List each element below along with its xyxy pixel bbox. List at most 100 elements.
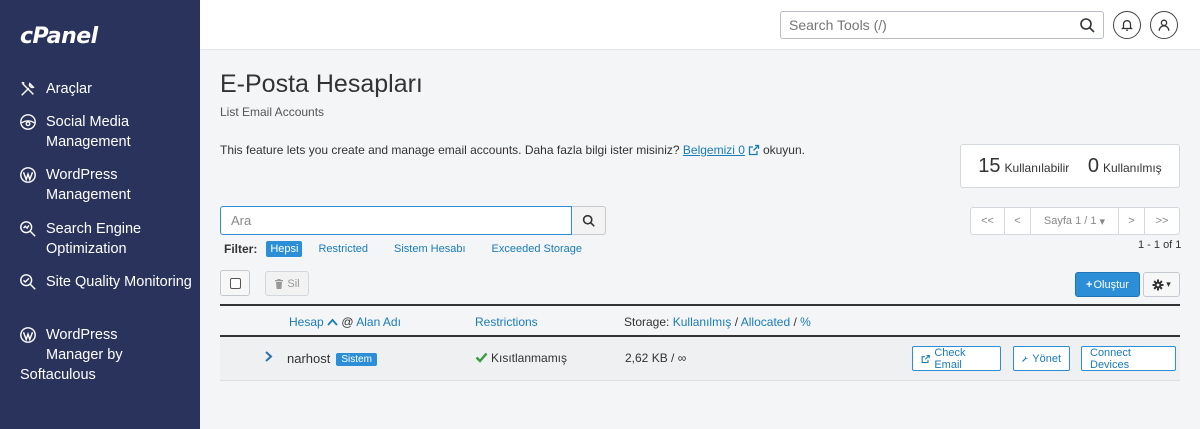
search-button[interactable] xyxy=(572,206,606,235)
available-count: 15 xyxy=(978,154,1001,177)
settings-dropdown[interactable]: ▾ xyxy=(1143,272,1180,297)
search-tools-box xyxy=(780,11,1104,39)
feature-suffix: okuyun. xyxy=(762,143,805,157)
table-header: Hesap @ Alan Adı Restrictions Storage: K… xyxy=(220,304,1180,337)
stat-used: 0 Kullanılmış xyxy=(1088,155,1162,178)
search-icon xyxy=(582,214,595,227)
sort-restrictions-link[interactable]: Restrictions xyxy=(475,315,538,329)
result-count: 1 - 1 of 1 xyxy=(1138,239,1182,251)
status-badge: Sistem xyxy=(336,353,377,366)
cpanel-logo[interactable]: cPanel xyxy=(20,24,98,49)
sidebar-item-seo[interactable]: Search Engine Optimization xyxy=(18,219,193,259)
sidebar-item-social-media[interactable]: Social Media Management xyxy=(18,112,193,152)
filter-system-account[interactable]: Sistem Hesabı xyxy=(390,241,470,257)
notifications-button[interactable] xyxy=(1113,11,1141,39)
tools-icon xyxy=(18,79,38,99)
feature-description-text: This feature lets you create and manage … xyxy=(220,143,683,157)
filter-bar: Filter: Hepsi Restricted Sistem Hesabı E… xyxy=(224,241,604,257)
sidebar-item-wordpress-management[interactable]: WordPress Management xyxy=(18,165,193,205)
column-restrictions[interactable]: Restrictions xyxy=(475,315,538,329)
sort-used-link[interactable]: Kullanılmış xyxy=(673,315,732,329)
restriction-status: Kısıtlanmamış xyxy=(491,351,568,365)
expand-row-button[interactable] xyxy=(264,350,273,366)
filter-all[interactable]: Hepsi xyxy=(266,241,303,257)
used-count: 0 xyxy=(1087,154,1099,177)
sidebar-item-label: Manager by xyxy=(46,347,123,363)
last-page-button[interactable]: >> xyxy=(1145,208,1179,234)
social-media-icon xyxy=(18,112,38,132)
separator: / xyxy=(793,315,797,329)
stat-available: 15 Kullanılabilir xyxy=(978,155,1069,178)
chevron-down-icon: ▾ xyxy=(1166,279,1171,289)
external-link-icon xyxy=(921,354,930,363)
chevron-right-icon xyxy=(265,351,273,362)
external-link-icon xyxy=(748,144,760,156)
table-row: narhost Sistem Kısıtlanmamış 2,62 KB / ∞ … xyxy=(220,337,1180,381)
account-search xyxy=(220,206,606,235)
search-tools-input[interactable] xyxy=(789,17,1079,33)
sidebar-item-label: Softaculous xyxy=(20,367,96,383)
create-account-button[interactable]: + Oluştur xyxy=(1075,272,1140,297)
manage-label: Yönet xyxy=(1032,352,1061,365)
storage-cell: 2,62 KB / ∞ xyxy=(625,351,687,365)
first-page-button[interactable]: << xyxy=(971,208,1005,234)
checkbox-box xyxy=(229,277,241,289)
user-icon xyxy=(1158,19,1170,31)
sidebar-item-site-quality[interactable]: Site Quality Monitoring xyxy=(18,272,193,292)
sidebar-item-label: WordPress Management xyxy=(46,167,131,203)
search-icon[interactable] xyxy=(1079,17,1095,33)
next-page-button[interactable]: > xyxy=(1119,208,1145,234)
documentation-link[interactable]: Belgemizi 0 xyxy=(683,143,745,157)
sort-percent-link[interactable]: % xyxy=(800,315,811,329)
page-select[interactable]: Sayfa 1 / 1 ▾ xyxy=(1031,208,1119,234)
account-search-input[interactable] xyxy=(220,206,572,235)
sort-up-icon xyxy=(327,318,338,326)
connect-devices-button[interactable]: Connect Devices xyxy=(1081,346,1176,371)
sidebar-item-tools[interactable]: Araçlar xyxy=(18,79,193,99)
filter-restricted[interactable]: Restricted xyxy=(314,241,372,257)
column-storage: Storage: Kullanılmış / Allocated / % xyxy=(624,315,811,329)
restriction-cell: Kısıtlanmamış xyxy=(475,351,567,365)
column-at-symbol: @ xyxy=(341,315,354,329)
email-accounts-table: Hesap @ Alan Adı Restrictions Storage: K… xyxy=(220,304,1180,381)
sidebar-item-wordpress-manager[interactable]: WordPress xyxy=(18,325,193,345)
select-all-checkbox[interactable] xyxy=(220,270,250,296)
prev-page-button[interactable]: < xyxy=(1005,208,1031,234)
wordpress-icon xyxy=(18,165,38,185)
seo-icon xyxy=(18,219,38,239)
sidebar: cPanel Araçlar Social Media Management W… xyxy=(0,0,200,429)
sidebar-item-label: WordPress xyxy=(46,327,118,343)
create-label: Oluştur xyxy=(1093,278,1129,291)
page-subtitle: List Email Accounts xyxy=(220,105,325,119)
storage-prefix: Storage: xyxy=(624,315,670,329)
used-label: Kullanılmış xyxy=(1102,160,1162,175)
plus-icon: + xyxy=(1086,278,1093,291)
topbar xyxy=(200,0,1200,50)
delete-label: Sil xyxy=(287,277,300,290)
filter-exceeded-storage[interactable]: Exceeded Storage xyxy=(488,241,587,257)
delete-button[interactable]: Sil xyxy=(265,271,309,296)
check-email-label: Check Email xyxy=(934,346,966,371)
manage-button[interactable]: Yönet xyxy=(1013,346,1070,371)
page-indicator: Sayfa 1 / 1 xyxy=(1043,215,1097,227)
sort-account-link[interactable]: Hesap xyxy=(289,315,324,329)
sidebar-item-label: Site Quality Monitoring xyxy=(46,274,192,290)
bell-icon xyxy=(1121,19,1133,31)
sidebar-item-label: Social Media Management xyxy=(46,114,131,150)
gear-icon xyxy=(1152,279,1164,290)
wrench-icon xyxy=(1022,355,1028,362)
feature-description: This feature lets you create and manage … xyxy=(220,143,805,157)
sort-allocated-link[interactable]: Allocated xyxy=(741,315,790,329)
check-email-button[interactable]: Check Email xyxy=(912,346,1001,371)
column-account[interactable]: Hesap @ Alan Adı xyxy=(289,315,401,329)
site-quality-icon xyxy=(18,272,38,292)
connect-devices-label: Connect Devices xyxy=(1090,346,1131,371)
account-cell: narhost Sistem xyxy=(287,351,377,366)
check-icon xyxy=(475,352,488,363)
sort-domain-link[interactable]: Alan Adı xyxy=(356,315,401,329)
user-menu-button[interactable] xyxy=(1150,11,1178,39)
separator: / xyxy=(734,315,739,329)
trash-icon xyxy=(275,278,284,289)
available-label: Kullanılabilir xyxy=(1004,160,1070,175)
sidebar-item-label: Search Engine Optimization xyxy=(46,221,142,257)
